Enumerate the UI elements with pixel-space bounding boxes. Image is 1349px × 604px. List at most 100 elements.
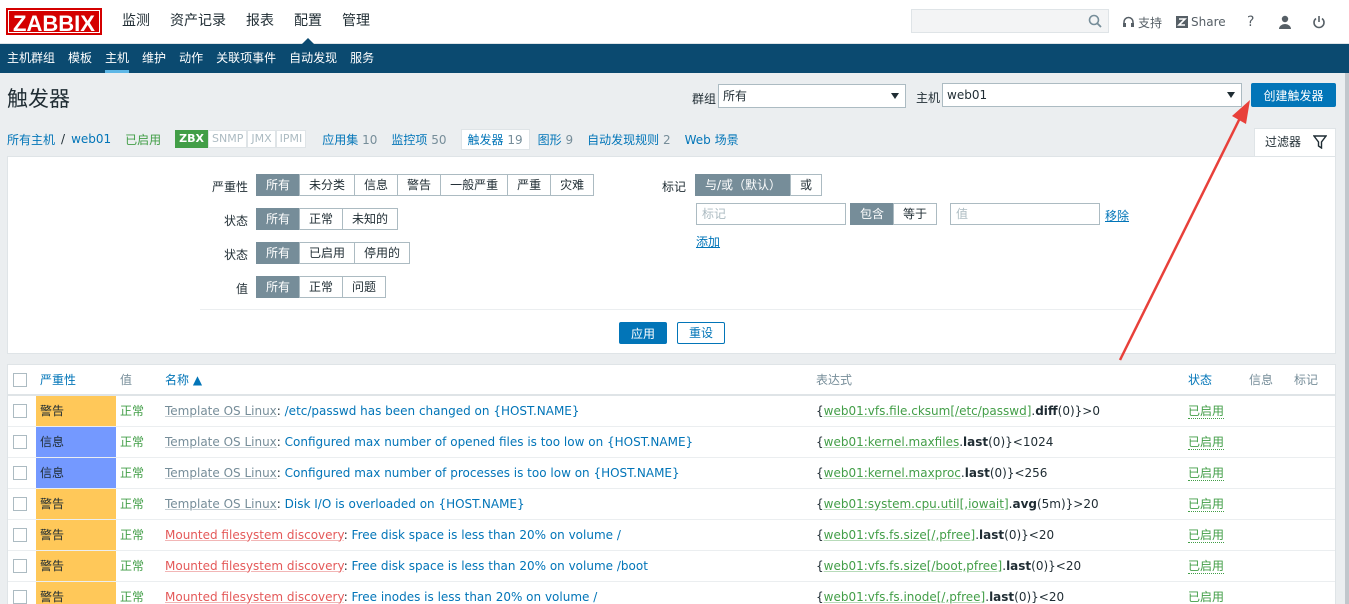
severity-option-5[interactable]: 严重: [507, 174, 552, 196]
template-link[interactable]: Mounted filesystem discovery: [165, 590, 344, 604]
sub-nav-item-4[interactable]: 动作: [173, 44, 209, 73]
value-option-2[interactable]: 问题: [342, 276, 387, 298]
discovery-rules-link[interactable]: 自动发现规则 2: [587, 131, 670, 148]
search-icon[interactable]: [1088, 14, 1102, 28]
search-input[interactable]: [911, 9, 1109, 33]
value-option-1[interactable]: 正常: [299, 276, 344, 298]
filter-tab[interactable]: 过滤器: [1254, 128, 1336, 156]
tag-value-input[interactable]: 值: [950, 203, 1100, 225]
template-link[interactable]: Template OS Linux: [165, 497, 277, 511]
all-hosts-link[interactable]: 所有主机: [7, 131, 55, 148]
value-option-0[interactable]: 所有: [256, 276, 301, 298]
zabbix-logo[interactable]: ZABBIX: [6, 8, 102, 36]
template-link[interactable]: Template OS Linux: [165, 466, 277, 480]
select-all-checkbox[interactable]: [13, 372, 27, 387]
row-checkbox[interactable]: [13, 496, 27, 511]
applications-link[interactable]: 应用集 10: [322, 131, 377, 148]
row-checkbox[interactable]: [13, 589, 27, 604]
state-option-2[interactable]: 未知的: [342, 208, 399, 230]
expression-item-link[interactable]: web01:kernel.maxfiles: [824, 435, 960, 449]
name-column-header[interactable]: 名称 ▲: [165, 373, 202, 387]
apply-filter-button[interactable]: 应用: [619, 322, 667, 344]
state-option-0[interactable]: 所有: [256, 208, 301, 230]
trigger-name-link[interactable]: /etc/passwd has been changed on {HOST.NA…: [285, 404, 580, 418]
remove-tag-link[interactable]: 移除: [1105, 207, 1129, 224]
status-column-header[interactable]: 状态: [1188, 373, 1212, 387]
severity-option-2[interactable]: 信息: [354, 174, 399, 196]
row-checkbox[interactable]: [13, 465, 27, 480]
severity-option-1[interactable]: 未分类: [299, 174, 356, 196]
row-checkbox[interactable]: [13, 404, 27, 418]
expression-item-link[interactable]: web01:system.cpu.util[,iowait]: [824, 497, 1009, 511]
sign-out-button[interactable]: [1308, 11, 1330, 33]
status-toggle-link[interactable]: 已启用: [1188, 435, 1225, 450]
tags-evaltype-option-1[interactable]: 或: [790, 174, 823, 196]
help-button[interactable]: ?: [1240, 11, 1262, 33]
template-link[interactable]: Template OS Linux: [165, 404, 277, 418]
graphs-link[interactable]: 图形 9: [538, 131, 573, 148]
severity-option-0[interactable]: 所有: [256, 174, 301, 196]
tags-cell: [1290, 550, 1335, 582]
status-toggle-link[interactable]: 已启用: [1188, 404, 1225, 420]
status-toggle-link[interactable]: 已启用: [1188, 528, 1225, 543]
status-option-0[interactable]: 所有: [256, 242, 301, 264]
support-link[interactable]: 支持: [1122, 14, 1162, 31]
trigger-name-link[interactable]: Free disk space is less than 20% on volu…: [352, 528, 621, 542]
status-toggle-link[interactable]: 已启用: [1188, 497, 1225, 512]
main-nav-item-0[interactable]: 监测: [112, 0, 160, 44]
status-toggle-link[interactable]: 已启用: [1188, 466, 1225, 481]
main-nav-item-2[interactable]: 报表: [236, 0, 284, 44]
sub-nav-item-5[interactable]: 关联项事件: [210, 44, 282, 73]
status-toggle-link[interactable]: 已启用: [1188, 590, 1225, 604]
severity-option-4[interactable]: 一般严重: [440, 174, 509, 196]
tag-operator-option-1[interactable]: 等于: [893, 203, 938, 225]
web-scenarios-link[interactable]: Web 场景: [685, 131, 739, 148]
trigger-name-link[interactable]: Configured max number of opened files is…: [285, 435, 694, 449]
row-checkbox[interactable]: [13, 527, 27, 542]
severity-option-3[interactable]: 警告: [397, 174, 442, 196]
severity-column-header[interactable]: 严重性: [40, 373, 76, 387]
status-toggle-link[interactable]: 已启用: [1188, 559, 1225, 574]
trigger-name-link[interactable]: Free inodes is less than 20% on volume /: [352, 590, 598, 604]
host-link[interactable]: web01: [71, 132, 111, 146]
sub-nav-item-3[interactable]: 维护: [136, 44, 172, 73]
sub-nav-item-0[interactable]: 主机群组: [0, 44, 61, 73]
expression-item-link[interactable]: web01:kernel.maxproc: [824, 466, 961, 480]
status-option-2[interactable]: 停用的: [354, 242, 411, 264]
state-option-1[interactable]: 正常: [299, 208, 344, 230]
status-option-1[interactable]: 已启用: [299, 242, 356, 264]
reset-filter-button[interactable]: 重设: [677, 322, 725, 344]
share-link[interactable]: Share: [1176, 15, 1226, 29]
template-link[interactable]: Mounted filesystem discovery: [165, 528, 344, 542]
triggers-tab[interactable]: 触发器 19: [460, 128, 530, 150]
template-link[interactable]: Template OS Linux: [165, 435, 277, 449]
sub-nav-item-2[interactable]: 主机: [99, 44, 135, 73]
main-nav-item-3[interactable]: 配置: [284, 0, 332, 44]
host-select[interactable]: web01: [942, 83, 1242, 107]
items-link[interactable]: 监控项 50: [391, 131, 446, 148]
row-checkbox[interactable]: [13, 434, 27, 449]
expression-item-link[interactable]: web01:vfs.file.cksum[/etc/passwd]: [824, 404, 1032, 418]
trigger-name-link[interactable]: Configured max number of processes is to…: [285, 466, 680, 480]
sub-nav-item-6[interactable]: 自动发现: [283, 44, 343, 73]
sub-nav-item-7[interactable]: 服务: [344, 44, 380, 73]
page-scrollbar[interactable]: [1345, 73, 1349, 604]
add-tag-link[interactable]: 添加: [696, 233, 720, 250]
expression-item-link[interactable]: web01:vfs.fs.inode[/,pfree]: [824, 590, 986, 604]
trigger-name-link[interactable]: Free disk space is less than 20% on volu…: [352, 559, 648, 573]
user-profile-button[interactable]: [1274, 11, 1296, 33]
main-nav-item-4[interactable]: 管理: [332, 0, 380, 44]
sub-nav-item-1[interactable]: 模板: [62, 44, 98, 73]
create-trigger-button[interactable]: 创建触发器: [1251, 83, 1336, 107]
group-select[interactable]: 所有: [718, 84, 906, 108]
expression-item-link[interactable]: web01:vfs.fs.size[/boot,pfree]: [824, 559, 1003, 573]
tags-evaltype-option-0[interactable]: 与/或（默认）: [695, 174, 792, 196]
main-nav-item-1[interactable]: 资产记录: [160, 0, 236, 44]
row-checkbox[interactable]: [13, 558, 27, 573]
tag-operator-option-0[interactable]: 包含: [850, 203, 895, 225]
tag-name-input[interactable]: 标记: [696, 203, 846, 225]
template-link[interactable]: Mounted filesystem discovery: [165, 559, 344, 573]
expression-item-link[interactable]: web01:vfs.fs.size[/,pfree]: [824, 528, 976, 542]
severity-option-6[interactable]: 灾难: [550, 174, 595, 196]
trigger-name-link[interactable]: Disk I/O is overloaded on {HOST.NAME}: [285, 497, 525, 511]
